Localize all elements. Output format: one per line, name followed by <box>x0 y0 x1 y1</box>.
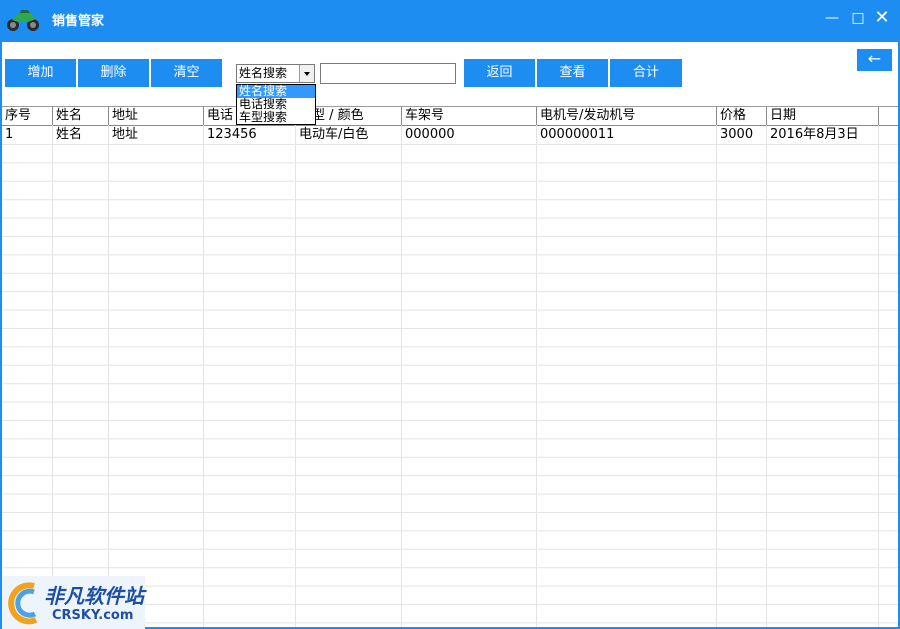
col-header-name[interactable]: 姓名 <box>53 107 108 125</box>
search-input[interactable] <box>320 63 456 84</box>
table-cell[interactable]: 3000 <box>717 126 766 144</box>
table-cell[interactable]: 123456 <box>204 126 295 144</box>
col-header-index[interactable]: 序号 <box>2 107 52 125</box>
back-button[interactable]: 返回 <box>464 59 535 87</box>
motorcycle-icon <box>7 10 39 31</box>
back-arrow-button[interactable]: ← <box>857 49 892 71</box>
title-bar: 销售管家 — □ ✕ <box>0 0 900 38</box>
delete-button[interactable]: 删除 <box>78 59 149 87</box>
col-header-price[interactable]: 价格 <box>717 107 766 125</box>
add-button[interactable]: 增加 <box>5 59 76 87</box>
sales-table[interactable]: 序号 姓名 地址 电话 车型 / 颜色 车架号 电机号/发动机号 价格 日期 1… <box>2 106 898 627</box>
chevron-down-icon[interactable] <box>299 65 314 82</box>
watermark-logo: 非凡软件站 CRSKY.com <box>2 576 145 629</box>
close-button[interactable]: ✕ <box>872 8 892 28</box>
search-mode-value: 姓名搜索 <box>239 66 288 80</box>
search-mode-dropdown: 姓名搜索 电话搜索 车型搜索 <box>236 84 316 125</box>
main-panel: 增加 删除 清空 姓名搜索 姓名搜索 电话搜索 车型搜索 返回 查看 合计 ← … <box>2 42 898 627</box>
table-cell[interactable]: 000000 <box>402 126 536 144</box>
view-button[interactable]: 查看 <box>537 59 608 87</box>
crsky-logo-icon <box>8 582 38 625</box>
table-cell[interactable]: 000000011 <box>537 126 716 144</box>
arrow-left-icon: ← <box>867 49 882 68</box>
col-header-date[interactable]: 日期 <box>767 107 878 125</box>
search-mode-select[interactable]: 姓名搜索 <box>236 64 315 83</box>
table-cell[interactable]: 电动车/白色 <box>296 126 401 144</box>
watermark-text-en: CRSKY.com <box>52 608 134 623</box>
maximize-button[interactable]: □ <box>848 8 868 28</box>
watermark-text-cn: 非凡软件站 <box>44 584 144 608</box>
col-header-address[interactable]: 地址 <box>109 107 203 125</box>
table-cell[interactable]: 1 <box>2 126 52 144</box>
grid-lines <box>2 107 898 627</box>
dropdown-option-model[interactable]: 车型搜索 <box>237 111 315 124</box>
table-cell[interactable]: 地址 <box>109 126 203 144</box>
minimize-button[interactable]: — <box>822 8 842 28</box>
clear-button[interactable]: 清空 <box>151 59 222 87</box>
sum-button[interactable]: 合计 <box>610 59 682 87</box>
window-title: 销售管家 <box>52 14 105 29</box>
table-cell[interactable]: 姓名 <box>53 126 108 144</box>
table-cell[interactable]: 2016年8月3日 <box>767 126 878 144</box>
col-header-frame-no[interactable]: 车架号 <box>402 107 536 125</box>
col-header-engine-no[interactable]: 电机号/发动机号 <box>537 107 716 125</box>
